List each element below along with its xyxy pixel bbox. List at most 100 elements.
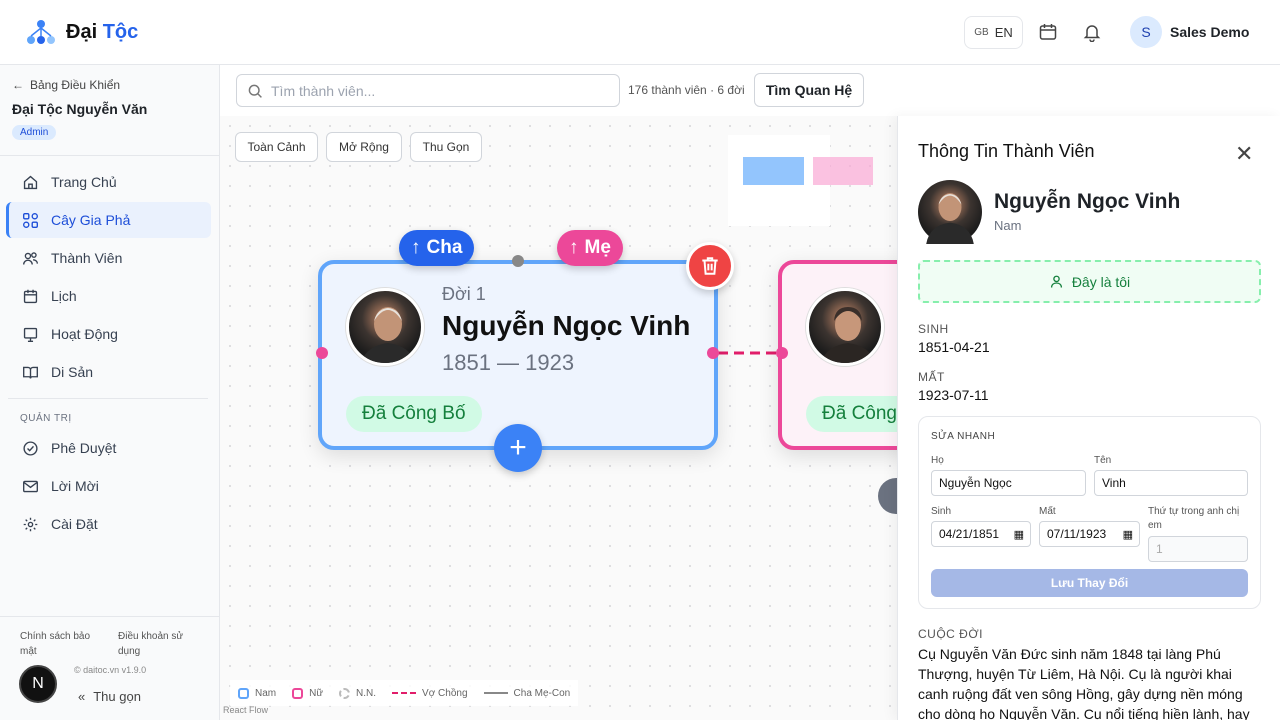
add-mother-button[interactable]: ↑ Mẹ: [557, 230, 623, 266]
save-changes-button[interactable]: Lưu Thay Đổi: [931, 569, 1248, 597]
user-icon: [1050, 275, 1062, 288]
birth-input-label: Sinh: [931, 506, 952, 517]
dev-badge[interactable]: N: [19, 665, 57, 703]
sidebar-item-family-tree[interactable]: Cây Gia Phả: [6, 202, 211, 238]
family-tree-logo-icon: [27, 20, 55, 44]
given-name-label: Tên: [1094, 455, 1112, 466]
avatar: S: [1130, 16, 1162, 48]
member-years: 1851 — 1923: [442, 350, 575, 375]
member-count: 176 thành viên · 6 đời: [628, 83, 745, 97]
surname-input[interactable]: Nguyễn Ngọc: [931, 470, 1086, 496]
surname-label: Họ: [931, 455, 944, 466]
biography-label: CUỘC ĐỜI: [918, 627, 983, 641]
top-handle[interactable]: [512, 255, 524, 267]
legend-spouse: Vợ Chồng: [392, 688, 468, 699]
bell-icon[interactable]: [1082, 22, 1102, 42]
logo[interactable]: Đại Tộc: [26, 18, 138, 46]
left-handle[interactable]: [316, 347, 328, 359]
member-photo: [346, 288, 424, 366]
biography-text: Cụ Nguyễn Văn Đức sinh năm 1848 tại làng…: [918, 646, 1250, 720]
panel-title: Thông Tin Thành Viên: [918, 141, 1095, 161]
add-father-button[interactable]: ↑ Cha: [399, 230, 475, 266]
home-icon: [23, 175, 38, 189]
arrow-left-icon: ←: [12, 78, 24, 92]
find-relation-button[interactable]: Tìm Quan Hệ: [754, 73, 864, 107]
right-handle[interactable]: [707, 347, 719, 359]
app-name: Đại Tộc: [66, 20, 139, 43]
book-icon: [23, 366, 38, 379]
arrow-up-icon: ↑: [569, 237, 579, 258]
this-is-me-button[interactable]: Đây là tôi: [918, 260, 1261, 303]
sidebar: ← Bảng Điều Khiển Đại Tộc Nguyễn Văn Adm…: [0, 65, 220, 720]
minimap-node-female: [813, 157, 873, 185]
legend: Nam Nữ N.N. Vợ Chồng Cha Mẹ-Con: [230, 680, 579, 706]
birth-label: SINH: [918, 322, 949, 336]
user-menu[interactable]: S Sales Demo: [1130, 16, 1249, 48]
user-name: Sales Demo: [1170, 24, 1250, 40]
flag-icon: GB: [974, 27, 989, 38]
death-date-input[interactable]: 07/11/1923 ▦: [1039, 521, 1140, 547]
chevrons-left-icon: «: [78, 689, 86, 704]
quick-edit-form: SỬA NHANH Họ Nguyễn Ngọc Tên Vinh Sinh 0…: [918, 416, 1261, 609]
terms-link[interactable]: Điều khoản sử dụng: [118, 629, 183, 659]
member-card-spouse[interactable]: Đã Công: [778, 260, 897, 450]
published-badge: Đã Công Bố: [346, 396, 482, 432]
delete-member-button[interactable]: [686, 242, 734, 290]
tree-toolbar: Tìm thành viên... 176 thành viên · 6 đời…: [220, 65, 897, 116]
search-icon: [248, 84, 262, 98]
arrow-up-icon: ↑: [411, 237, 421, 258]
generation-label: Đời 1: [442, 284, 486, 304]
language-code: EN: [994, 25, 1013, 40]
member-card-nguyen-ngoc-vinh[interactable]: Đời 1 Nguyễn Ngọc Vinh 1851 — 1923 Đã Cô…: [318, 260, 718, 450]
role-badge: Admin: [12, 125, 57, 140]
member-photo: [806, 288, 884, 366]
admin-section-title: QUẢN TRỊ: [20, 413, 72, 424]
sidebar-item-calendar[interactable]: Lịch: [6, 278, 211, 314]
member-name: Nguyễn Ngọc Vinh: [442, 310, 691, 341]
birth-date: 1851-04-21: [918, 339, 990, 355]
calendar-icon: ▦: [1013, 528, 1024, 541]
spouse-left-handle[interactable]: [776, 347, 788, 359]
sidebar-item-activity[interactable]: Hoạt Động: [6, 316, 211, 352]
add-child-button[interactable]: +: [494, 424, 542, 472]
privacy-link[interactable]: Chính sách bảo mật: [20, 629, 90, 659]
sidebar-item-members[interactable]: Thành Viên: [6, 240, 211, 276]
gear-icon: [23, 517, 38, 531]
close-icon: ✕: [1235, 141, 1254, 166]
minimap-node-male: [743, 157, 804, 185]
top-bar: Đại Tộc GB EN S Sales Demo: [0, 0, 1280, 65]
divider: [0, 616, 219, 617]
birth-date-input[interactable]: 04/21/1851 ▦: [931, 521, 1031, 547]
member-avatar: [918, 180, 982, 244]
sidebar-item-heritage[interactable]: Di Sản: [6, 354, 211, 390]
member-search-input[interactable]: Tìm thành viên...: [236, 74, 620, 107]
divider: [8, 398, 208, 399]
trash-icon: [702, 257, 718, 275]
death-input-label: Mất: [1039, 506, 1056, 517]
mail-icon: [23, 480, 38, 492]
sidebar-item-home[interactable]: Trang Chủ: [6, 164, 211, 200]
legend-male: Nam: [238, 687, 276, 699]
given-name-input[interactable]: Vinh: [1094, 470, 1248, 496]
close-panel-button[interactable]: ✕: [1235, 141, 1253, 167]
divider: [0, 155, 219, 156]
calendar-icon[interactable]: [1038, 22, 1058, 42]
legend-parent-child: Cha Mẹ-Con: [483, 688, 570, 699]
sidebar-item-invitations[interactable]: Lời Mời: [6, 468, 211, 504]
minimap[interactable]: [728, 135, 873, 226]
version-text: © daitoc.vn v1.9.0: [74, 665, 147, 675]
legend-female: Nữ: [292, 687, 323, 699]
sidebar-item-settings[interactable]: Cài Đặt: [6, 506, 211, 542]
collapse-sidebar-button[interactable]: « Thu gọn: [78, 689, 141, 704]
react-flow-attribution[interactable]: React Flow: [223, 705, 268, 715]
calendar-icon: ▦: [1122, 528, 1133, 541]
quick-edit-title: SỬA NHANH: [931, 431, 996, 442]
sidebar-item-approvals[interactable]: Phê Duyệt: [6, 430, 211, 466]
sibling-order-input[interactable]: 1: [1148, 536, 1248, 562]
back-to-dashboard-link[interactable]: ← Bảng Điều Khiển: [12, 78, 120, 92]
sibling-order-label: Thứ tự trong anh chị em: [1148, 506, 1240, 531]
language-switcher[interactable]: GB EN: [964, 16, 1023, 49]
legend-unknown: N.N.: [339, 687, 376, 699]
death-label: MẤT: [918, 370, 945, 384]
plus-icon: +: [509, 431, 527, 464]
